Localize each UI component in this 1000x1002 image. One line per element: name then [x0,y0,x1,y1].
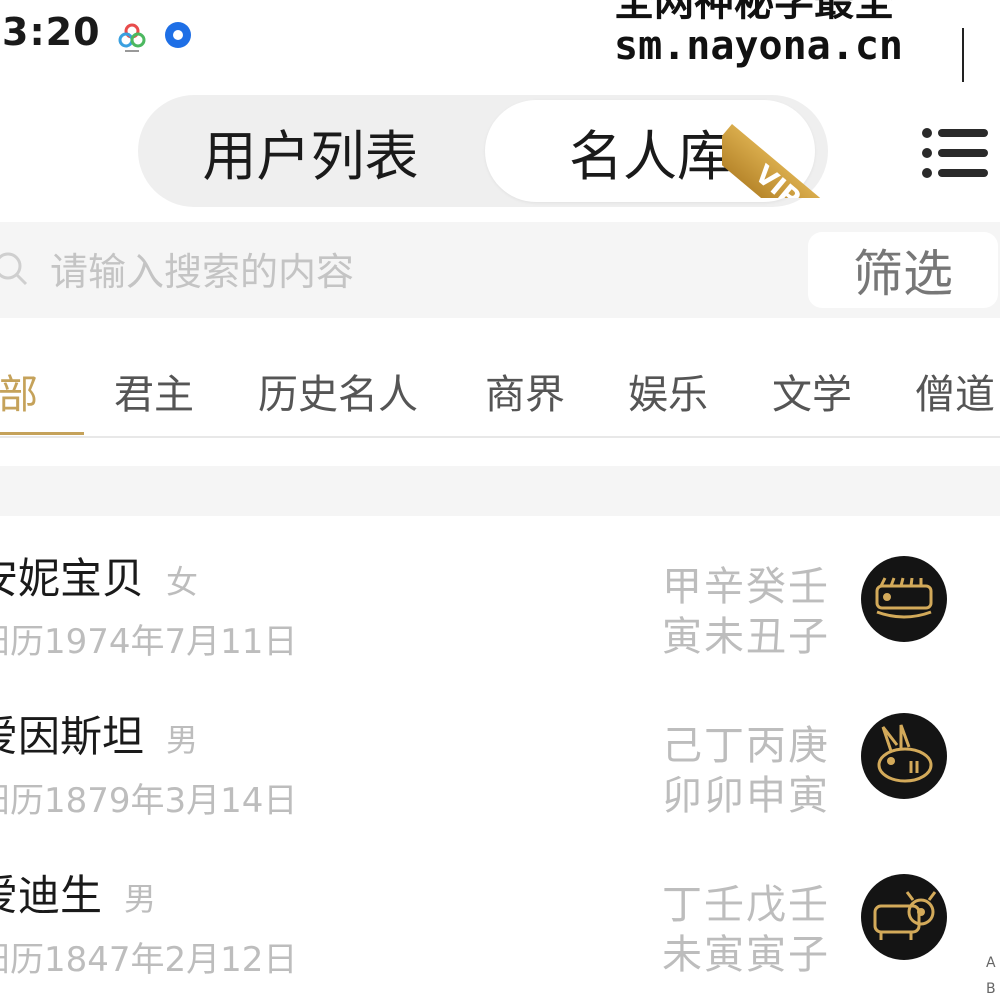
record-name: 爱因斯坦男 [0,703,198,764]
record-name-text: 爱迪生 [0,871,103,920]
watermark-line-2: sm.nayona.cn [614,23,903,69]
record-gender: 男 [124,880,157,918]
corner-letter-a: A [986,955,996,971]
record-date: 阳历1847年2月12日 [0,940,298,980]
record-gender: 男 [166,721,199,759]
menu-icon[interactable] [920,126,990,180]
search-input[interactable] [50,240,750,304]
vip-badge-label: VIP [722,124,834,198]
rabbit-icon [861,713,947,799]
section-spacer [0,466,1000,516]
status-time: 3:20 [2,10,101,54]
record-name-text: 爱因斯坦 [0,712,145,761]
category-tab-historical[interactable]: 历史名人 [258,362,418,420]
tiger-icon [861,556,947,642]
ox-icon [861,874,947,960]
category-tab-entertainment[interactable]: 娱乐 [628,362,708,420]
record-bazi-stems: 丁壬戊壬 [662,882,830,928]
tab-user-list[interactable]: 用户列表 [138,95,483,207]
filter-button[interactable]: 筛选 [808,232,998,308]
record-gender: 女 [166,563,199,601]
category-tab-all[interactable]: 全部 [0,362,38,420]
active-tab-indicator [0,432,84,435]
record-name-text: 安妮宝贝 [0,554,145,603]
category-tab-monarchs[interactable]: 君主 [114,362,194,420]
watermark-line-1: 全网神秘学最全 [614,0,894,24]
record-bazi-stems: 甲辛癸壬 [662,564,830,610]
tricolor-rings-icon [115,20,149,54]
text-cursor [962,28,964,82]
corner-letters: A B [986,950,996,1002]
category-tab-religious[interactable]: 僧道 [915,362,995,420]
corner-letter-b: B [986,981,996,997]
category-tab-business[interactable]: 商界 [485,362,565,420]
record-name: 安妮宝贝女 [0,545,198,606]
category-tab-literature[interactable]: 文学 [772,362,852,420]
record-name: 爱迪生男 [0,862,156,923]
record-date: 阳历1974年7月11日 [0,622,298,662]
divider [0,436,1000,438]
watermark: 全网神秘学最全 sm.nayona.cn [614,0,903,68]
search-icon [0,248,30,288]
record-bazi-branches: 卯卯申寅 [662,773,830,819]
blue-circle-app-icon [163,20,193,50]
vip-badge: VIP [722,98,834,198]
record-bazi-stems: 己丁丙庚 [662,723,830,769]
record-bazi-branches: 未寅寅子 [662,932,830,978]
record-date: 阳历1879年3月14日 [0,781,298,821]
record-bazi-branches: 寅未丑子 [662,614,830,660]
